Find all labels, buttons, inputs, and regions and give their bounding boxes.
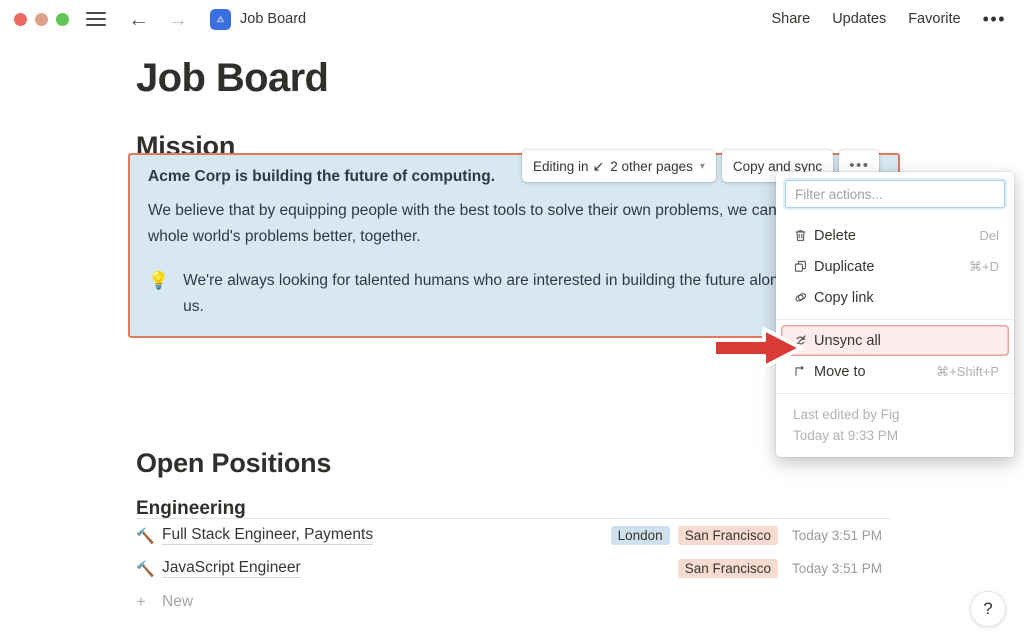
nested-callout[interactable]: 💡 We're always looking for talented huma… [148,268,880,320]
menu-item-label: Delete [814,228,856,244]
app-window: ← → Job Board Share Updates Favorite •••… [0,0,1024,641]
filter-actions-input[interactable] [785,180,1005,208]
traffic-lights [14,13,69,26]
engineering-heading: Engineering [136,498,246,520]
menu-item-delete[interactable]: Delete Del [781,220,1009,251]
annotation-arrow-icon [712,326,804,370]
table-row[interactable]: 🔨 Full Stack Engineer, Payments London S… [136,519,890,552]
page-title: Job Board [136,56,1024,101]
menu-divider [776,319,1014,320]
hammer-icon: 🔨 [136,560,162,578]
forward-arrow-icon[interactable]: → [167,9,188,30]
favorite-button[interactable]: Favorite [908,11,960,27]
menu-group-secondary: Unsync all Move to ⌘+Shift+P [776,321,1014,392]
help-label: ? [983,599,992,619]
position-title-link[interactable]: Full Stack Engineer, Payments [162,526,373,545]
menu-item-duplicate[interactable]: Duplicate ⌘+D [781,251,1009,282]
table-row[interactable]: 🔨 JavaScript Engineer San Francisco Toda… [136,552,890,585]
more-options-icon[interactable]: ••• [983,14,1006,24]
position-title-link[interactable]: JavaScript Engineer [162,559,301,578]
location-tag[interactable]: San Francisco [678,526,778,545]
chevron-down-icon: ▾ [700,161,705,172]
close-window-button[interactable] [14,13,27,26]
hamburger-icon[interactable] [86,12,106,26]
location-tag[interactable]: San Francisco [678,559,778,578]
menu-divider [776,393,1014,394]
callout-paragraph: We believe that by equipping people with… [148,198,880,250]
menu-item-copy-link[interactable]: Copy link [781,282,1009,313]
menu-item-shortcut: ⌘+D [969,259,999,275]
sync-arrow-icon: ↙ [593,158,605,175]
zoom-window-button[interactable] [56,13,69,26]
page-content: Job Board Mission [0,38,1024,162]
link-icon [793,290,814,305]
menu-search-wrap [776,172,1014,216]
title-bar-actions: Share Updates Favorite ••• [771,11,1006,27]
editing-in-button[interactable]: Editing in ↙ 2 other pages ▾ [522,150,716,182]
sync-more-options-icon: ••• [849,162,869,170]
open-positions-heading: Open Positions [136,448,331,479]
hammer-icon: 🔨 [136,527,162,545]
title-bar: ← → Job Board Share Updates Favorite ••• [0,0,1024,38]
row-timestamp: Today 3:51 PM [792,561,890,576]
lightbulb-icon: 💡 [148,268,169,320]
help-button[interactable]: ? [970,591,1006,627]
menu-footer: Last edited by Fig Today at 9:33 PM [776,395,1014,457]
menu-item-label: Move to [814,364,866,380]
editing-in-prefix: Editing in [533,159,589,174]
nested-callout-text: We're always looking for talented humans… [183,268,840,320]
back-arrow-icon[interactable]: ← [128,9,149,30]
menu-item-label: Unsync all [814,333,881,349]
menu-group-primary: Delete Del Duplicate ⌘+D [776,216,1014,318]
trash-icon [793,228,814,243]
share-button[interactable]: Share [771,11,810,27]
breadcrumb-label: Job Board [240,11,306,27]
row-timestamp: Today 3:51 PM [792,528,890,543]
location-tag[interactable]: London [611,526,670,545]
add-new-row-button[interactable]: + New [136,585,890,618]
positions-list: 🔨 Full Stack Engineer, Payments London S… [136,518,890,618]
menu-item-label: Duplicate [814,259,874,275]
page-icon [210,9,231,30]
menu-item-unsync-all[interactable]: Unsync all [781,325,1009,356]
menu-item-move-to[interactable]: Move to ⌘+Shift+P [781,356,1009,387]
nav-arrows: ← → [128,9,188,30]
menu-item-label: Copy link [814,290,874,306]
actions-dropdown-menu: Delete Del Duplicate ⌘+D [776,172,1014,457]
duplicate-icon [793,259,814,274]
plus-icon: + [136,592,162,612]
minimize-window-button[interactable] [35,13,48,26]
updates-button[interactable]: Updates [832,11,886,27]
last-edited-timestamp: Today at 9:33 PM [793,425,1014,446]
breadcrumb[interactable]: Job Board [210,9,306,30]
last-edited-by: Last edited by Fig [793,404,1014,425]
editing-in-count: 2 other pages [610,159,693,174]
add-new-label: New [162,593,193,611]
menu-item-shortcut: ⌘+Shift+P [936,364,999,380]
menu-item-shortcut: Del [979,228,999,243]
